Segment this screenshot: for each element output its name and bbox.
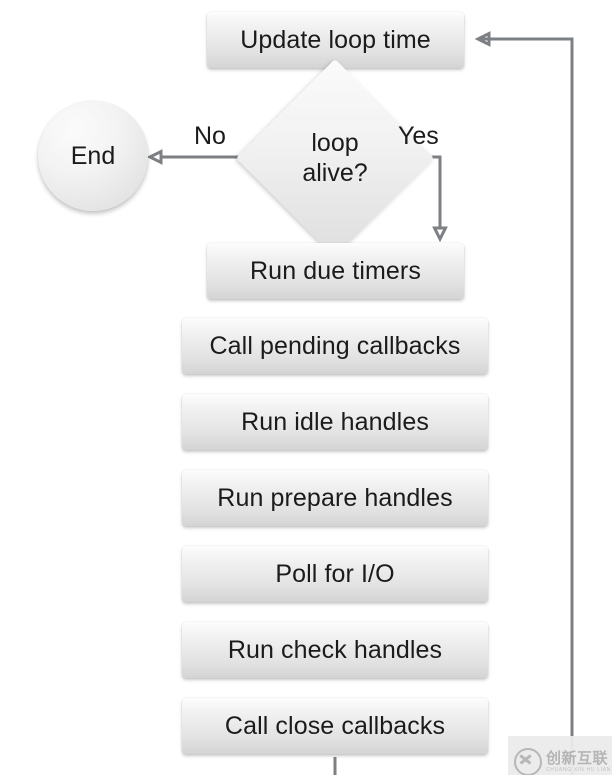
edge-label-no-text: No <box>194 122 226 150</box>
node-call-close-callbacks-label: Call close callbacks <box>224 711 446 740</box>
edge-label-yes: Yes <box>398 122 439 151</box>
node-loop-alive-line2: alive? <box>302 159 368 187</box>
edge-label-yes-text: Yes <box>398 122 439 150</box>
watermark: 创新互联 CHUANG XIN HU LIAN <box>508 736 612 775</box>
node-update-loop-time-label: Update loop time <box>240 25 431 54</box>
node-loop-alive-line1: loop <box>311 128 359 157</box>
node-run-check-handles-label: Run check handles <box>227 635 443 664</box>
node-run-idle-handles-label: Run idle handles <box>241 407 429 436</box>
node-run-due-timers[interactable]: Run due timers <box>207 243 464 299</box>
arrowhead-yes-branch <box>432 226 448 243</box>
node-poll-for-io-label: Poll for I/O <box>275 559 395 588</box>
arrowhead-loopback <box>474 31 491 47</box>
node-call-close-callbacks[interactable]: Call close callbacks <box>182 698 488 754</box>
node-call-pending-callbacks[interactable]: Call pending callbacks <box>182 318 488 374</box>
node-poll-for-io[interactable]: Poll for I/O <box>182 546 488 602</box>
arrowhead-no-branch <box>146 149 163 165</box>
flowchart-canvas: Update loop time loop alive? End No Yes … <box>0 0 612 775</box>
node-loop-alive-label: loop alive? <box>302 128 367 189</box>
wire-loopback <box>478 37 574 775</box>
watermark-pinyin: CHUANG XIN HU LIAN <box>546 766 612 773</box>
node-run-check-handles[interactable]: Run check handles <box>182 622 488 678</box>
edge-label-no: No <box>194 122 226 151</box>
watermark-text: 创新互联 CHUANG XIN HU LIAN <box>546 751 611 773</box>
node-end-label: End <box>70 141 116 170</box>
node-call-pending-callbacks-label: Call pending callbacks <box>209 331 461 360</box>
node-run-due-timers-label: Run due timers <box>250 256 421 285</box>
node-run-idle-handles[interactable]: Run idle handles <box>182 394 488 450</box>
node-end[interactable]: End <box>38 101 148 211</box>
watermark-chinese: 创新互联 <box>546 749 609 767</box>
node-run-prepare-handles[interactable]: Run prepare handles <box>182 470 488 526</box>
node-loop-alive-decision[interactable]: loop alive? <box>236 59 434 257</box>
circle-x-logo-icon <box>514 747 542 775</box>
node-run-prepare-handles-label: Run prepare handles <box>217 483 453 512</box>
